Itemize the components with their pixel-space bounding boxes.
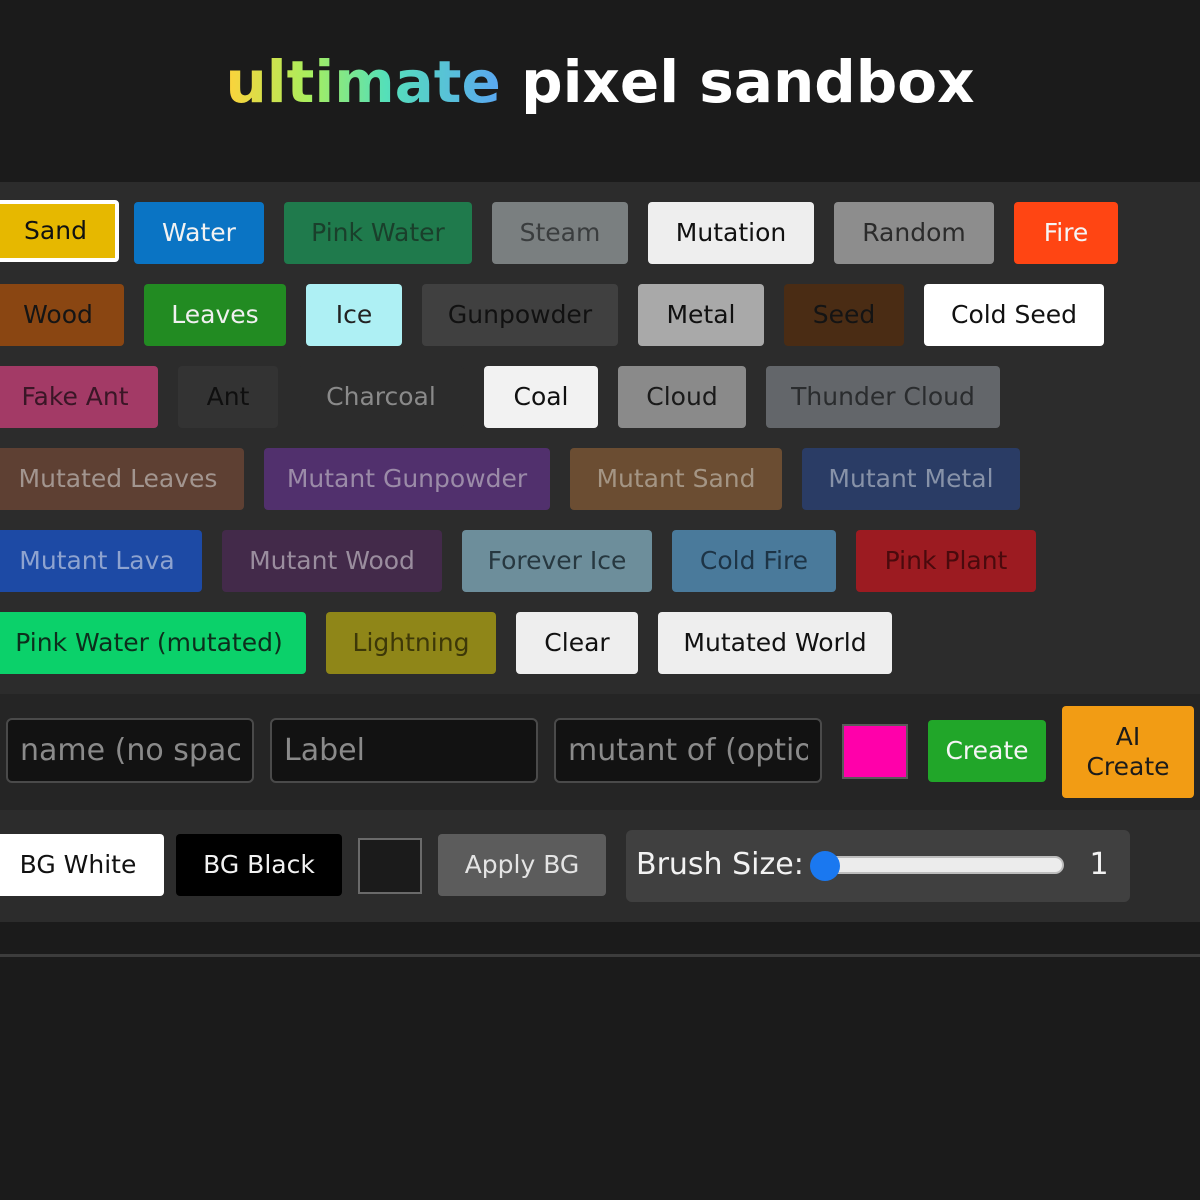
- element-button-label: Pink Water: [311, 218, 445, 247]
- element-button-label: Lightning: [352, 628, 470, 657]
- brush-size-slider[interactable]: [822, 856, 1064, 874]
- element-button-label: Pink Water (mutated): [15, 628, 283, 657]
- ai-create-button[interactable]: AI Create: [1062, 706, 1194, 798]
- bg-black-label: BG Black: [203, 850, 315, 879]
- element-button-label: Mutant Metal: [828, 464, 994, 493]
- element-name-input[interactable]: [6, 718, 254, 783]
- element-button-cold-seed[interactable]: Cold Seed: [924, 284, 1104, 346]
- bg-white-label: BG White: [19, 850, 137, 879]
- element-button-label: Cold Seed: [950, 300, 1077, 329]
- element-button-label: Ice: [335, 300, 373, 329]
- element-button-thunder-cloud[interactable]: Thunder Cloud: [766, 366, 1000, 428]
- element-button-sand[interactable]: Sand: [0, 200, 119, 262]
- element-button-label: Mutated World: [683, 628, 867, 657]
- element-button-label: Cloud: [646, 382, 718, 411]
- element-button-mutation[interactable]: Mutation: [648, 202, 814, 264]
- element-button-steam[interactable]: Steam: [492, 202, 628, 264]
- element-button-ice[interactable]: Ice: [306, 284, 402, 346]
- brush-size-label: Brush Size:: [636, 847, 804, 882]
- element-button-fake-ant[interactable]: Fake Ant: [0, 366, 158, 428]
- bg-white-button[interactable]: BG White: [0, 834, 164, 896]
- element-button-water[interactable]: Water: [134, 202, 264, 264]
- create-button-label: Create: [945, 736, 1029, 765]
- bg-color-picker[interactable]: [358, 838, 422, 894]
- element-button-label: Water: [162, 218, 236, 247]
- element-button-gunpowder[interactable]: Gunpowder: [422, 284, 618, 346]
- element-button-fire[interactable]: Fire: [1014, 202, 1118, 264]
- element-button-label: Mutant Sand: [596, 464, 756, 493]
- bg-black-button[interactable]: BG Black: [176, 834, 342, 896]
- title-rest: pixel sandbox: [521, 48, 975, 116]
- element-button-label: Mutant Lava: [19, 546, 175, 575]
- element-button-label: Charcoal: [326, 382, 436, 411]
- element-button-label: Random: [862, 218, 966, 247]
- element-button-mutant-wood[interactable]: Mutant Wood: [222, 530, 442, 592]
- element-button-label: Ant: [206, 382, 250, 411]
- title-highlight: ultimate: [225, 48, 501, 116]
- element-button-label: Metal: [666, 300, 736, 329]
- element-button-label: Thunder Cloud: [791, 382, 975, 411]
- sandbox-canvas[interactable]: [0, 957, 1200, 1200]
- clear-button[interactable]: Clear: [516, 612, 638, 674]
- element-button-label: Mutation: [675, 218, 787, 247]
- element-button-label: Mutant Gunpowder: [286, 464, 528, 493]
- element-button-label: Wood: [23, 300, 93, 329]
- element-button-label: Fire: [1043, 218, 1089, 247]
- element-color-picker[interactable]: [842, 724, 908, 779]
- element-button-charcoal[interactable]: Charcoal: [298, 366, 464, 428]
- element-button-label: Sand: [24, 216, 87, 245]
- element-button-mutant-sand[interactable]: Mutant Sand: [570, 448, 782, 510]
- element-button-leaves[interactable]: Leaves: [144, 284, 286, 346]
- create-button[interactable]: Create: [928, 720, 1046, 782]
- element-button-ant[interactable]: Ant: [178, 366, 278, 428]
- element-button-coal[interactable]: Coal: [484, 366, 598, 428]
- element-button-wood[interactable]: Wood: [0, 284, 124, 346]
- apply-bg-label: Apply BG: [464, 850, 580, 879]
- page-title: ultimate pixel sandbox: [0, 44, 1200, 120]
- ai-create-label-line1: AI: [1115, 722, 1141, 751]
- ai-create-label-line2: Create: [1086, 752, 1170, 781]
- element-button-cold-fire[interactable]: Cold Fire: [672, 530, 836, 592]
- mutated-world-button[interactable]: Mutated World: [658, 612, 892, 674]
- element-button-label: Leaves: [171, 300, 259, 329]
- element-button-label: Forever Ice: [487, 546, 627, 575]
- element-button-label: Fake Ant: [21, 382, 129, 411]
- element-button-forever-ice[interactable]: Forever Ice: [462, 530, 652, 592]
- apply-bg-button[interactable]: Apply BG: [438, 834, 606, 896]
- element-button-label: Seed: [812, 300, 876, 329]
- element-button-random[interactable]: Random: [834, 202, 994, 264]
- element-button-mutated-leaves[interactable]: Mutated Leaves: [0, 448, 244, 510]
- element-button-pink-water-mutated[interactable]: Pink Water (mutated): [0, 612, 306, 674]
- element-button-label: Mutant Wood: [249, 546, 415, 575]
- brush-size-value: 1: [1089, 847, 1109, 882]
- element-button-mutant-lava[interactable]: Mutant Lava: [0, 530, 202, 592]
- element-button-label: Mutated Leaves: [18, 464, 218, 493]
- element-button-pink-plant[interactable]: Pink Plant: [856, 530, 1036, 592]
- element-button-label: Clear: [544, 628, 610, 657]
- element-button-metal[interactable]: Metal: [638, 284, 764, 346]
- element-button-label: Gunpowder: [447, 300, 593, 329]
- element-button-label: Pink Plant: [884, 546, 1008, 575]
- element-button-seed[interactable]: Seed: [784, 284, 904, 346]
- element-button-label: Coal: [513, 382, 569, 411]
- element-button-mutant-metal[interactable]: Mutant Metal: [802, 448, 1020, 510]
- mutant-of-input[interactable]: [554, 718, 822, 783]
- element-button-label: Steam: [519, 218, 601, 247]
- brush-size-slider-thumb[interactable]: [810, 851, 840, 881]
- element-button-pink-water[interactable]: Pink Water: [284, 202, 472, 264]
- element-label-input[interactable]: [270, 718, 538, 783]
- element-button-label: Cold Fire: [699, 546, 809, 575]
- element-button-mutant-gunpowder[interactable]: Mutant Gunpowder: [264, 448, 550, 510]
- element-button-lightning[interactable]: Lightning: [326, 612, 496, 674]
- element-button-cloud[interactable]: Cloud: [618, 366, 746, 428]
